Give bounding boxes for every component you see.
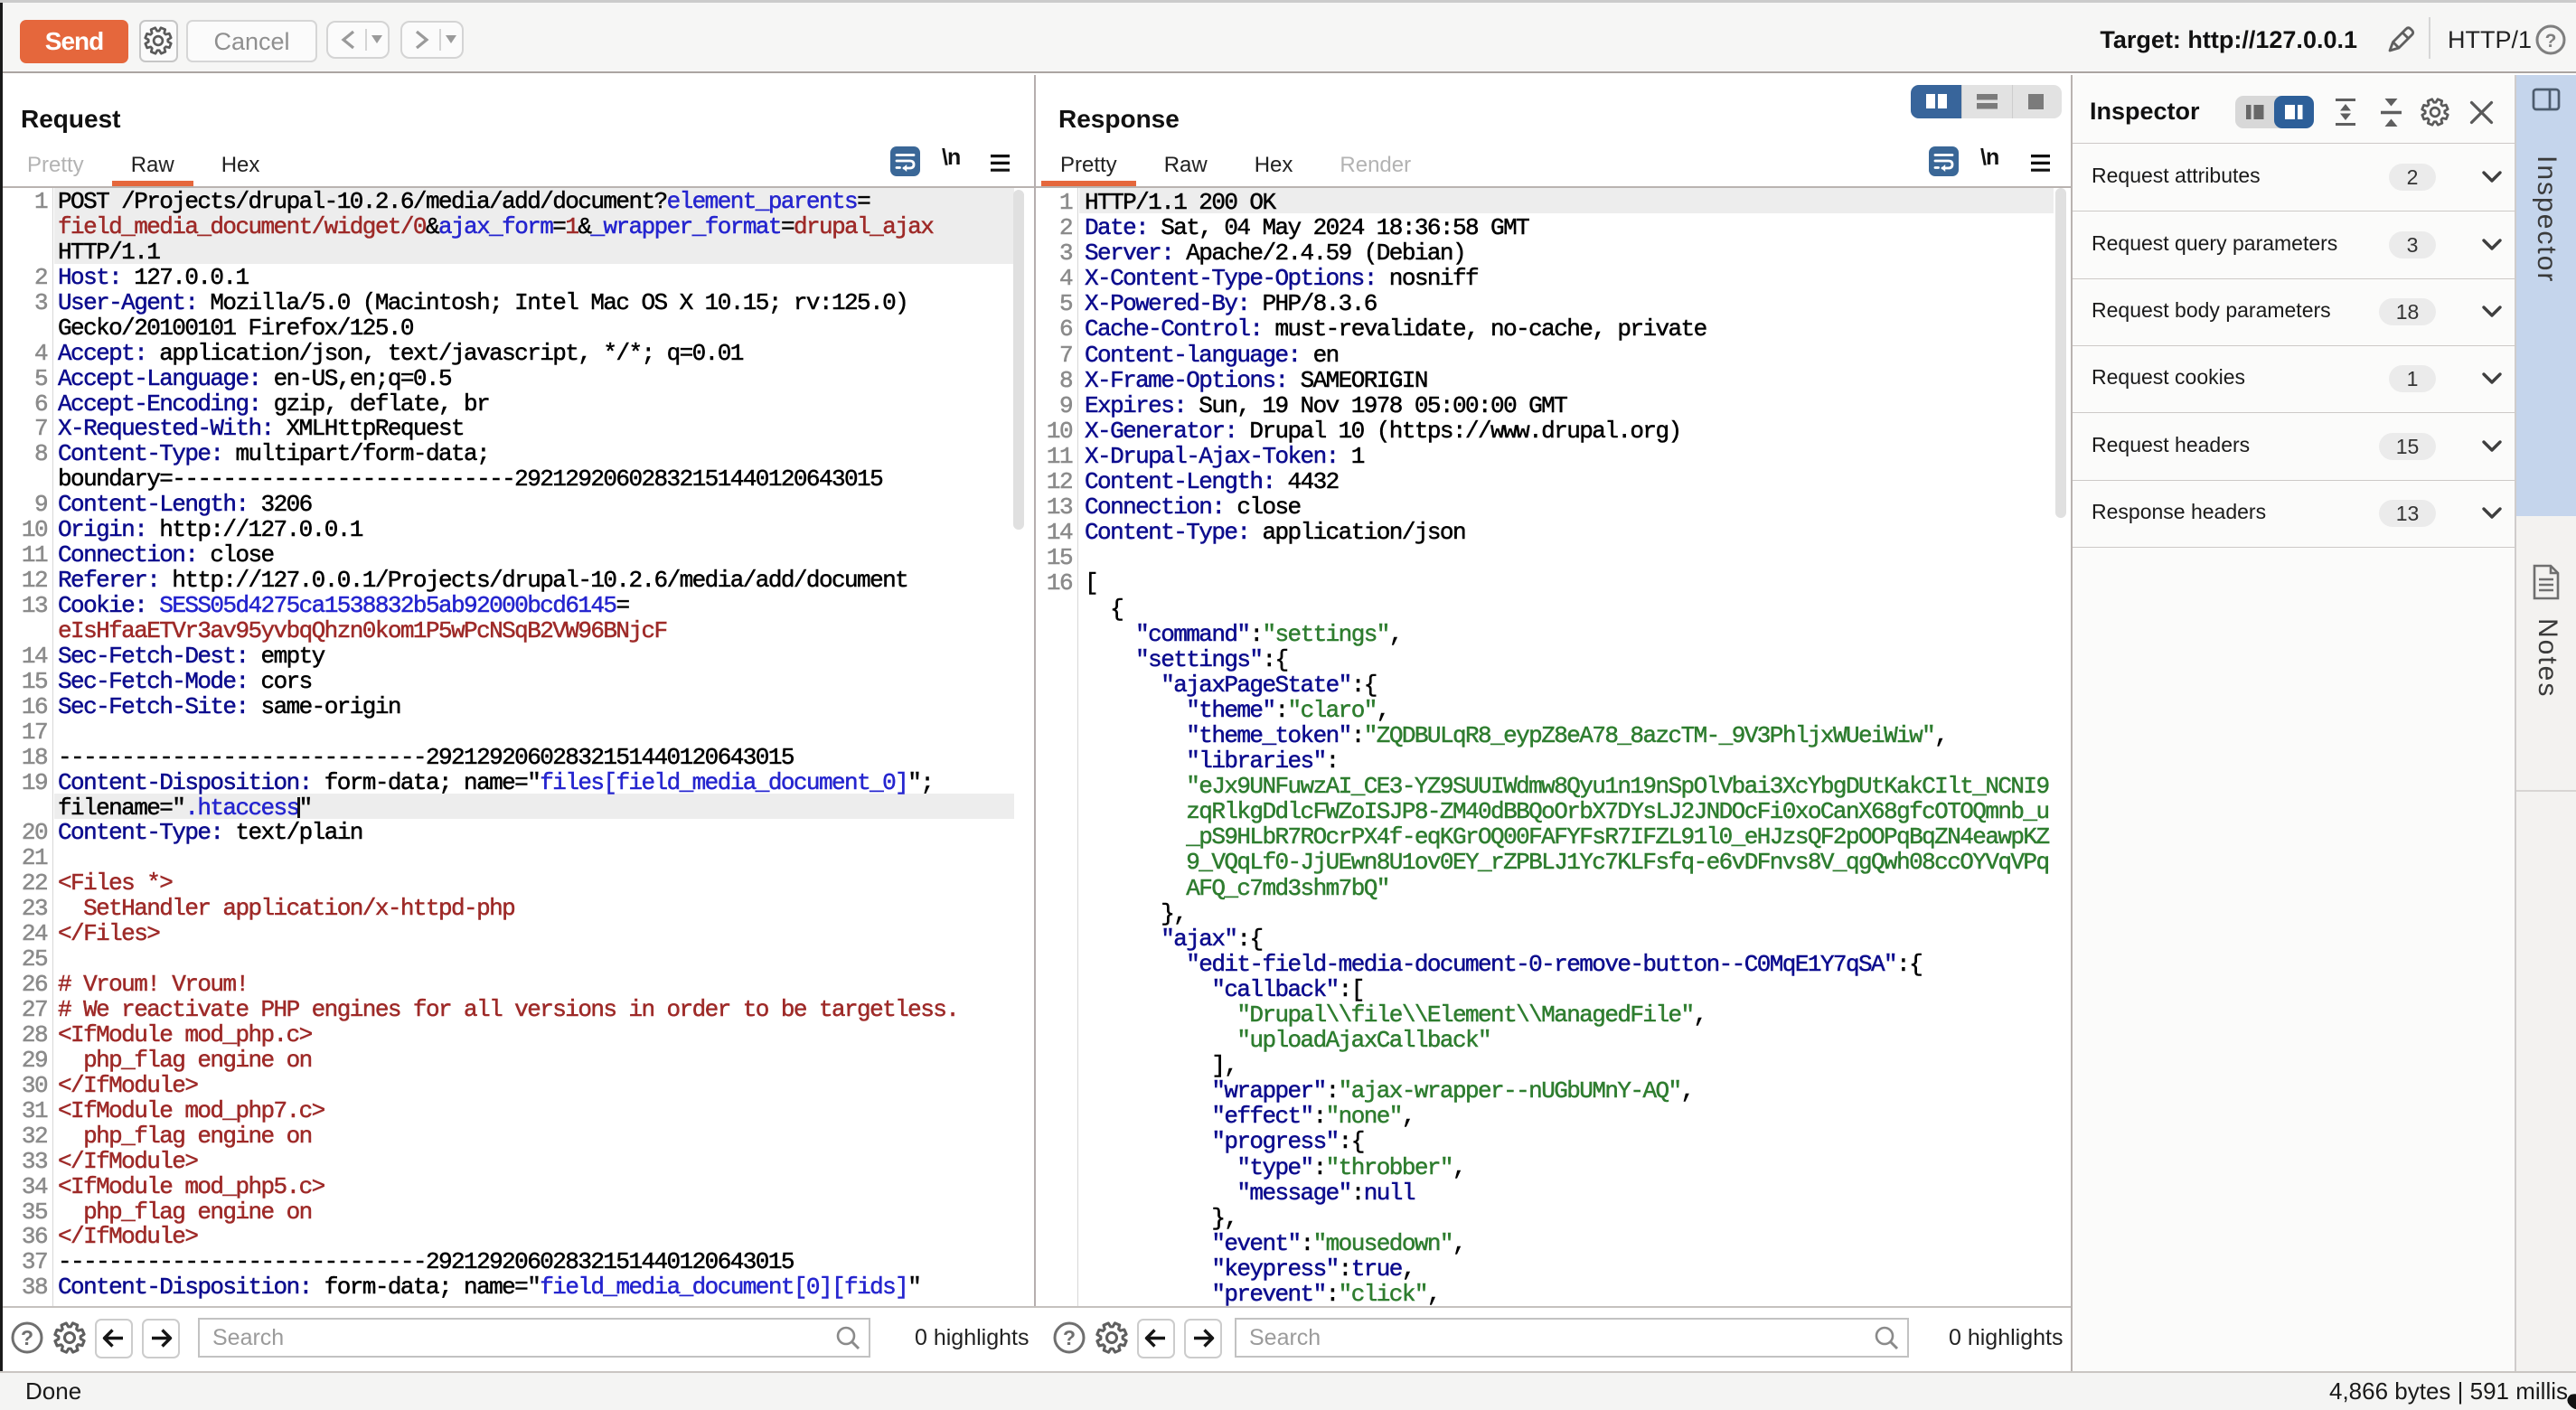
svg-text:?: ? — [1063, 1326, 1076, 1349]
svg-text:?: ? — [2545, 31, 2557, 52]
svg-text:?: ? — [21, 1326, 33, 1349]
